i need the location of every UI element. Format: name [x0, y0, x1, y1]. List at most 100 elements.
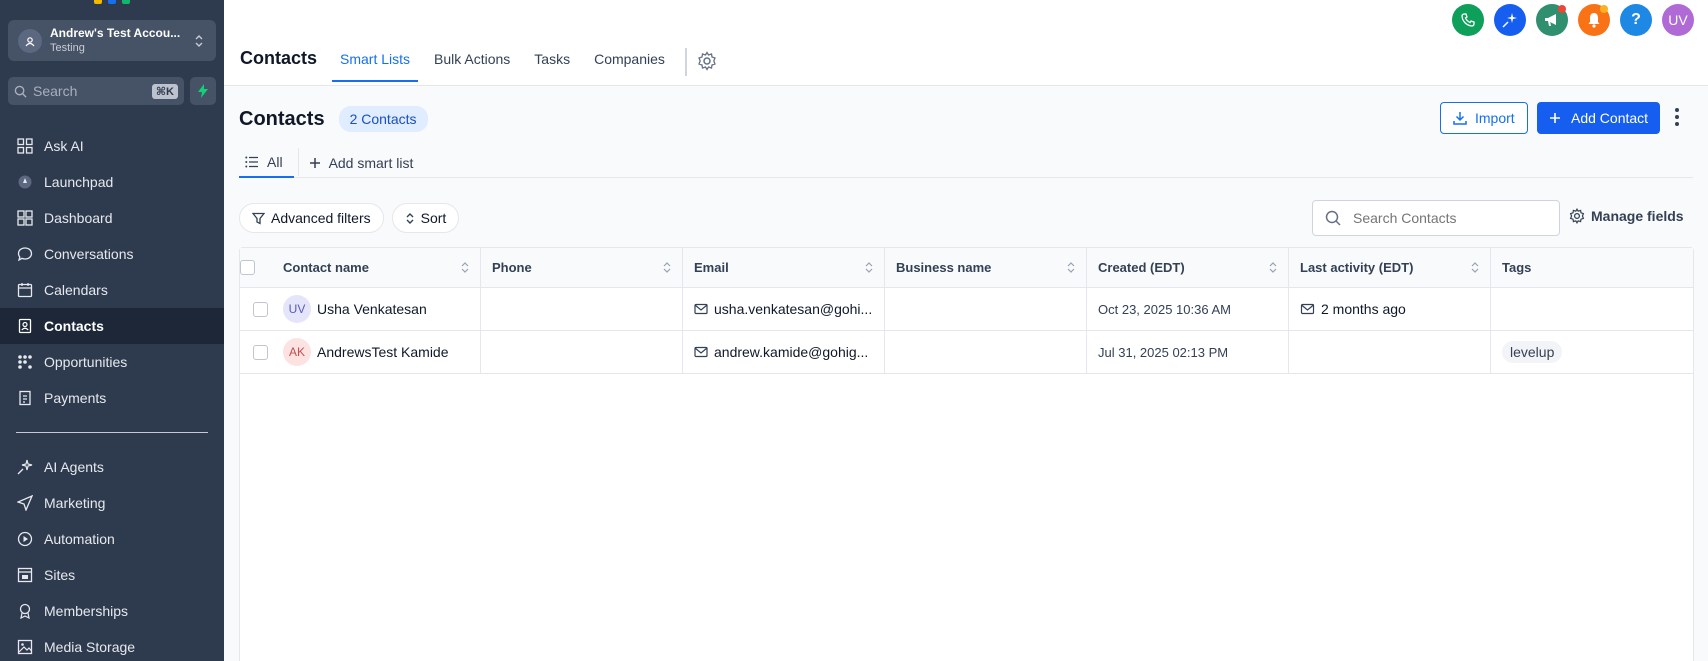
sort-arrows-icon[interactable]: [663, 262, 671, 273]
tab-companies[interactable]: Companies: [586, 40, 673, 80]
sort-arrows-icon[interactable]: [461, 262, 469, 273]
add-contact-button[interactable]: Add Contact: [1537, 102, 1661, 134]
sidebar-search-input[interactable]: Search ⌘K: [8, 77, 184, 105]
app-root: Andrew's Test Accou... Testing Search ⌘K…: [0, 0, 1708, 661]
table-row[interactable]: AK AndrewsTest Kamide andrew.kamide@gohi…: [240, 331, 1693, 374]
column-header-label: Last activity (EDT): [1300, 260, 1414, 275]
sidebar-item-label: Dashboard: [44, 210, 113, 226]
sidebar-item-media-storage[interactable]: Media Storage: [0, 629, 224, 661]
contact-name-cell[interactable]: UV Usha Venkatesan: [280, 288, 481, 330]
plus-icon: [1550, 113, 1560, 123]
sidebar-item-automation[interactable]: Automation: [0, 521, 224, 557]
row-select-cell: [240, 331, 280, 373]
search-contacts-field[interactable]: [1312, 200, 1560, 236]
membership-icon: [16, 602, 34, 620]
email-cell[interactable]: usha.venkatesan@gohi...: [683, 288, 885, 330]
tab-smart-lists[interactable]: Smart Lists: [332, 40, 419, 82]
more-options-icon[interactable]: [1675, 108, 1679, 126]
sidebar-item-marketing[interactable]: Marketing: [0, 485, 224, 521]
sidebar-item-dashboard[interactable]: Dashboard: [0, 200, 224, 236]
select-all-checkbox[interactable]: [240, 260, 255, 275]
avatar: UV: [283, 295, 311, 323]
main-content: Contacts 2 Contacts Import Add Contact A…: [224, 86, 1708, 661]
sort-arrows-icon[interactable]: [865, 262, 873, 273]
chevron-updown-icon: [192, 34, 206, 48]
search-contacts-input[interactable]: [1353, 210, 1533, 226]
help-button[interactable]: ?: [1620, 4, 1652, 36]
bell-icon: [1588, 13, 1600, 28]
grid-icon: [16, 137, 34, 155]
sidebar-item-memberships[interactable]: Memberships: [0, 593, 224, 629]
mail-icon: [694, 346, 708, 358]
sites-icon: [16, 566, 34, 584]
contact-name-cell[interactable]: AK AndrewsTest Kamide: [280, 331, 481, 373]
tab-separator: [684, 48, 687, 76]
sidebar-item-ai-agents[interactable]: AI Agents: [0, 449, 224, 485]
sidebar-item-contacts[interactable]: Contacts: [0, 308, 224, 344]
image-icon: [16, 638, 34, 656]
header-actions: ? UV: [1452, 4, 1694, 36]
row-checkbox[interactable]: [252, 344, 268, 360]
sidebar-item-label: Contacts: [44, 318, 104, 334]
contacts-table: Contact name Phone Email Business name C…: [239, 247, 1694, 661]
sort-arrows-icon[interactable]: [1067, 262, 1075, 273]
notifications-button[interactable]: [1578, 4, 1610, 36]
automation-icon: [16, 530, 34, 548]
sidebar-item-ask-ai[interactable]: Ask AI: [0, 128, 224, 164]
import-label: Import: [1475, 110, 1515, 126]
sidebar-item-conversations[interactable]: Conversations: [0, 236, 224, 272]
col-email[interactable]: Email: [683, 248, 885, 287]
phone-button[interactable]: [1452, 4, 1484, 36]
search-icon: [1325, 210, 1341, 226]
add-smart-list-button[interactable]: Add smart list: [303, 148, 425, 178]
col-last-activity[interactable]: Last activity (EDT): [1289, 248, 1491, 287]
ai-assistant-button[interactable]: [1494, 4, 1526, 36]
email-cell[interactable]: andrew.kamide@gohig...: [683, 331, 885, 373]
user-avatar[interactable]: UV: [1662, 4, 1694, 36]
col-business-name[interactable]: Business name: [885, 248, 1087, 287]
sidebar-item-opportunities[interactable]: Opportunities: [0, 344, 224, 380]
table-row[interactable]: UV Usha Venkatesan usha.venkatesan@gohi.…: [240, 288, 1693, 331]
contact-name[interactable]: Usha Venkatesan: [317, 301, 427, 317]
subtab-separator: [297, 148, 299, 176]
filter-icon: [252, 212, 265, 225]
sort-arrows-icon[interactable]: [1269, 262, 1277, 273]
sidebar-item-label: Conversations: [44, 246, 134, 262]
sidebar-item-label: AI Agents: [44, 459, 104, 475]
sidebar-item-launchpad[interactable]: Launchpad: [0, 164, 224, 200]
announcements-button[interactable]: [1536, 4, 1568, 36]
smart-list-tab-all[interactable]: All: [239, 148, 294, 178]
row-checkbox[interactable]: [252, 301, 268, 317]
tab-tasks[interactable]: Tasks: [526, 40, 578, 80]
quick-action-button[interactable]: [190, 77, 216, 105]
sidebar-item-payments[interactable]: Payments: [0, 380, 224, 416]
module-title: Contacts: [240, 48, 318, 68]
sort-button[interactable]: Sort: [391, 203, 460, 233]
sidebar-item-calendars[interactable]: Calendars: [0, 272, 224, 308]
phone-cell: [481, 331, 683, 373]
sidebar-item-label: Marketing: [44, 495, 106, 511]
sort-arrows-icon[interactable]: [1471, 262, 1479, 273]
email-text: usha.venkatesan@gohi...: [714, 301, 873, 317]
column-header-label: Tags: [1502, 260, 1532, 275]
col-contact-name[interactable]: Contact name: [280, 248, 481, 287]
sidebar-item-label: Launchpad: [44, 174, 114, 190]
import-button[interactable]: Import: [1440, 102, 1528, 134]
sidebar-nav-primary: Ask AI Launchpad Dashboard Conversations…: [0, 128, 224, 416]
col-created[interactable]: Created (EDT): [1087, 248, 1289, 287]
row-select-cell: [240, 288, 280, 330]
tag-chip[interactable]: levelup: [1502, 341, 1563, 363]
module-tabs: Smart Lists Bulk Actions Tasks Companies: [332, 40, 717, 82]
manage-fields-button[interactable]: Manage fields: [1569, 208, 1684, 224]
col-phone[interactable]: Phone: [481, 248, 683, 287]
tags-cell: levelup: [1491, 331, 1693, 373]
contact-name[interactable]: AndrewsTest Kamide: [317, 344, 449, 360]
location-icon: [18, 28, 42, 53]
sidebar-item-label: Ask AI: [44, 138, 84, 154]
sidebar-item-sites[interactable]: Sites: [0, 557, 224, 593]
manage-fields-label: Manage fields: [1591, 208, 1684, 224]
settings-gear-icon[interactable]: [697, 40, 717, 76]
account-switcher[interactable]: Andrew's Test Accou... Testing: [8, 20, 216, 61]
advanced-filters-button[interactable]: Advanced filters: [239, 203, 384, 233]
tab-bulk-actions[interactable]: Bulk Actions: [426, 40, 518, 80]
